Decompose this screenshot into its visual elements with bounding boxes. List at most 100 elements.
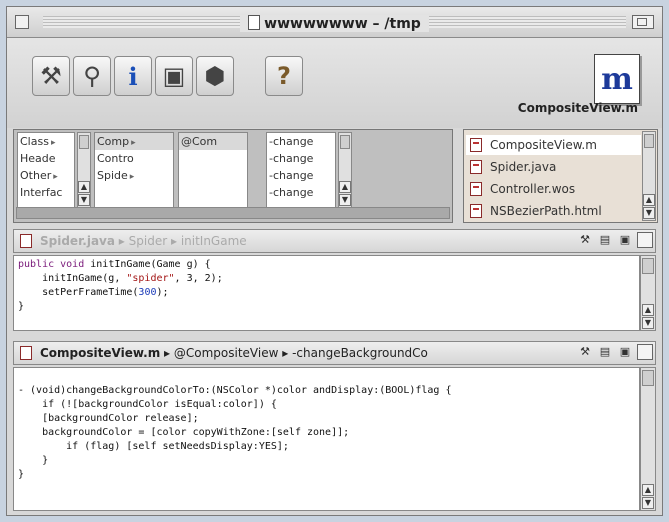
breadcrumb-file[interactable]: CompositeView.m [40, 346, 160, 360]
editor-2-code[interactable]: - (void)changeBackgroundColorTo:(NSColor… [13, 367, 640, 511]
editor-1-code[interactable]: public void initInGame(Game g) { initInG… [13, 255, 640, 331]
scroll-up-arrow-icon[interactable]: ▲ [642, 304, 654, 316]
scroll-thumb[interactable] [642, 370, 654, 386]
file-icon [20, 234, 32, 248]
file-icon [470, 138, 482, 152]
class-browser: Class ▸ Heade Other ▸ Interfac ▲ ▼ Comp ▸ C… [13, 129, 453, 223]
editor-1-header[interactable]: Spider.java ▸ Spider ▸ initInGame ⚒ ▤ ▣ [13, 229, 656, 253]
scroll-up-arrow-icon[interactable]: ▲ [339, 181, 351, 193]
list-item[interactable]: Contro [95, 150, 173, 167]
breadcrumb-separator: ▸ [160, 346, 174, 360]
scroll-down-arrow-icon[interactable]: ▼ [78, 194, 90, 206]
browser-column-1-scrollbar[interactable]: ▲ ▼ [77, 132, 91, 208]
list-item[interactable]: -change [267, 133, 335, 150]
list-item[interactable]: @Com [179, 133, 247, 150]
scroll-thumb[interactable] [340, 135, 350, 149]
disclosure-arrow-icon: ▸ [53, 172, 58, 182]
browser-column-3[interactable]: @Com [178, 132, 248, 208]
code-line: backgroundColor = [color copyWithZone:[s… [18, 427, 350, 438]
breadcrumb-separator: ▸ [167, 234, 181, 248]
scroll-down-arrow-icon[interactable]: ▼ [339, 194, 351, 206]
window-title: wwwwwwww – /tmp [240, 15, 429, 32]
code-line: } [18, 301, 25, 312]
zoom-box[interactable] [632, 15, 654, 29]
project-window: wwwwwwww – /tmp ⚒ ⚲ i ▣ ⬢ ? m CompositeV… [6, 6, 663, 516]
collapse-box[interactable] [637, 232, 653, 248]
editor-2-scrollbar[interactable]: ▲ ▼ [640, 367, 656, 511]
title-bar[interactable]: wwwwwwww – /tmp [7, 7, 662, 38]
monitor-icon[interactable]: ▣ [155, 56, 193, 96]
current-file-name: CompositeView.m [517, 101, 638, 115]
document-icon [248, 15, 261, 30]
list-item[interactable]: Class ▸ [18, 133, 74, 150]
scroll-up-arrow-icon[interactable]: ▲ [642, 484, 654, 496]
scroll-down-arrow-icon[interactable]: ▼ [643, 207, 655, 219]
editor-1-scrollbar[interactable]: ▲ ▼ [640, 255, 656, 331]
hammer-icon[interactable]: ⚒ [577, 344, 593, 360]
code-line: if (![backgroundColor isEqual:color]) { [18, 399, 277, 410]
cube-icon[interactable]: ⬢ [196, 56, 234, 96]
file-icon [470, 204, 482, 218]
toolbar: ⚒ ⚲ i ▣ ⬢ ? m CompositeView.m [7, 38, 662, 128]
breadcrumb-separator: ▸ [278, 346, 293, 360]
list-item[interactable]: Comp ▸ [95, 133, 173, 150]
pane-controls: ⚒ ▤ ▣ [577, 232, 653, 248]
browser-column-4[interactable]: -change -change -change -change [266, 132, 336, 208]
code-line: setPerFrameTime(300); [18, 287, 169, 298]
scroll-thumb[interactable] [642, 258, 654, 274]
monitor-icon[interactable]: ▣ [617, 232, 633, 248]
code-line: - (void)changeBackgroundColorTo:(NSColor… [18, 385, 452, 396]
scroll-down-arrow-icon[interactable]: ▼ [642, 317, 654, 329]
scroll-up-arrow-icon[interactable]: ▲ [78, 181, 90, 193]
hammer-icon[interactable]: ⚒ [577, 232, 593, 248]
list-item[interactable]: CompositeView.m [466, 135, 641, 155]
disclosure-arrow-icon: ▸ [131, 138, 136, 148]
code-line: [backgroundColor release]; [18, 413, 199, 424]
list-item[interactable]: Heade [18, 150, 74, 167]
magnifier-icon[interactable]: ⚲ [73, 56, 111, 96]
list-item[interactable]: Controller.wos [466, 179, 641, 199]
list-item[interactable]: NSBezierPath.html [466, 201, 641, 219]
list-item[interactable]: Interfac [18, 184, 74, 201]
code-line: public void initInGame(Game g) { [18, 259, 211, 270]
browser-horizontal-scrollbar[interactable] [16, 207, 450, 219]
document-icon[interactable]: ▤ [597, 344, 613, 360]
hammer-icon[interactable]: ⚒ [32, 56, 70, 96]
browser-column-1[interactable]: Class ▸ Heade Other ▸ Interfac [17, 132, 75, 208]
breadcrumb-separator: ▸ [114, 234, 129, 248]
document-icon[interactable]: ▤ [597, 232, 613, 248]
breadcrumb-method[interactable]: initInGame [181, 234, 247, 248]
list-item[interactable]: Spider.java [466, 157, 641, 177]
help-book-icon[interactable]: ? [265, 56, 303, 96]
code-line: initInGame(g, "spider", 3, 2); [18, 273, 223, 284]
files-scrollbar[interactable]: ▲ ▼ [642, 131, 656, 221]
file-icon [20, 346, 32, 360]
monitor-icon[interactable]: ▣ [617, 344, 633, 360]
list-item[interactable]: Spide ▸ [95, 167, 173, 184]
file-icon [470, 160, 482, 174]
breadcrumb-method[interactable]: -changeBackgroundCo [292, 346, 428, 360]
browser-column-2[interactable]: Comp ▸ Contro Spide ▸ [94, 132, 174, 208]
scroll-down-arrow-icon[interactable]: ▼ [642, 497, 654, 509]
scroll-thumb[interactable] [79, 135, 89, 149]
code-line: } [18, 469, 25, 480]
info-icon[interactable]: i [114, 56, 152, 96]
disclosure-arrow-icon: ▸ [50, 138, 56, 148]
file-icon [470, 182, 482, 196]
browser-column-4-scrollbar[interactable]: ▲ ▼ [338, 132, 352, 208]
project-files-list: CompositeView.m Spider.java Controller.w… [463, 129, 658, 223]
scroll-up-arrow-icon[interactable]: ▲ [643, 194, 655, 206]
breadcrumb-class[interactable]: Spider [129, 234, 168, 248]
list-item[interactable]: -change [267, 150, 335, 167]
list-item[interactable]: Other ▸ [18, 167, 74, 184]
breadcrumb-file[interactable]: Spider.java [40, 234, 115, 248]
scroll-thumb[interactable] [644, 134, 654, 148]
title-wrap: wwwwwwww – /tmp [7, 13, 662, 32]
list-item[interactable]: -change [267, 167, 335, 184]
list-item[interactable]: -change [267, 184, 335, 201]
collapse-box[interactable] [637, 344, 653, 360]
objc-file-icon[interactable]: m [594, 54, 640, 104]
breadcrumb-class[interactable]: @CompositeView [174, 346, 279, 360]
window-title-text: wwwwwwww – /tmp [264, 16, 421, 32]
editor-2-header[interactable]: CompositeView.m ▸ @CompositeView ▸ -chan… [13, 341, 656, 365]
